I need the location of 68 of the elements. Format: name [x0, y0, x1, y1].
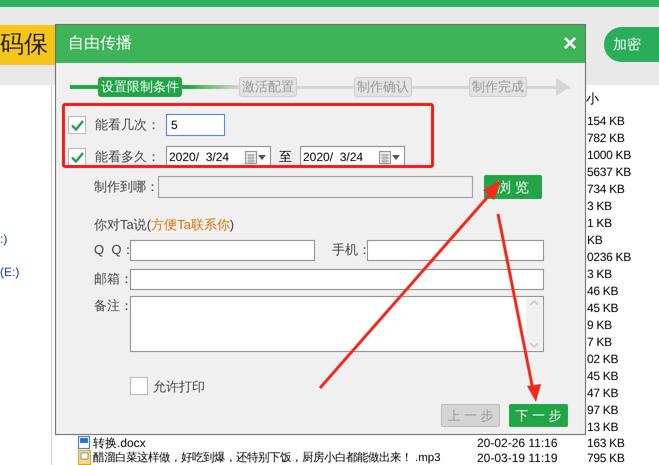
field-label: 制作到哪：	[94, 178, 158, 196]
next-step-button[interactable]: 下 一 步	[509, 404, 568, 427]
scroll-up-icon[interactable]	[530, 300, 538, 304]
file-size: 795 KB	[587, 450, 625, 464]
field-label: 手机：	[332, 241, 367, 260]
file-size: 1 KB	[587, 216, 612, 230]
column-header: 小	[586, 90, 599, 107]
file-name: 转换.docx	[93, 436, 146, 450]
step-tab[interactable]: 激活配置	[239, 77, 297, 97]
contact-hint: 你对Ta说(方便Ta联系你)	[94, 216, 236, 234]
file-date: 20-02-26 11:16	[477, 436, 558, 450]
note-textarea[interactable]	[130, 296, 544, 352]
scrollbar[interactable]	[526, 298, 542, 350]
file-size: 0236 KB	[587, 250, 631, 264]
close-button[interactable]: ×	[560, 32, 579, 56]
window-title: 自由传播	[68, 34, 132, 54]
file-size: 734 KB	[587, 182, 625, 196]
check-icon	[70, 152, 84, 162]
field-label: 能看几次：	[95, 116, 157, 134]
caret-icon	[392, 154, 400, 160]
range-separator: 至	[279, 148, 292, 166]
drive-label: :)	[0, 231, 8, 248]
file-size: 45 KB	[587, 300, 618, 314]
file-size: 154 KB	[587, 114, 625, 128]
file-icon	[78, 450, 91, 465]
calendar-icon	[379, 150, 391, 164]
qq-input[interactable]	[130, 240, 315, 260]
step-tab[interactable]: 设置限制条件	[98, 77, 182, 97]
field-label: 邮箱：	[94, 270, 130, 288]
checkbox[interactable]	[68, 148, 86, 166]
file-size: 782 KB	[587, 130, 625, 144]
file-size: 163 KB	[587, 436, 625, 450]
check-icon	[70, 120, 84, 130]
caret-icon	[258, 154, 266, 160]
checkbox[interactable]	[130, 377, 148, 396]
step-tab[interactable]: 制作完成	[469, 77, 527, 97]
file-date: 20-03-19 11:19	[477, 450, 558, 464]
logo-text: 码保	[0, 25, 55, 65]
path-input[interactable]	[158, 176, 473, 198]
document-icon	[78, 436, 90, 449]
file-size: 46 KB	[587, 284, 618, 298]
drive-label: (E:)	[0, 264, 20, 281]
file-size: 97 KB	[587, 402, 618, 416]
calendar-icon	[245, 150, 257, 164]
phone-input[interactable]	[367, 240, 544, 260]
file-extension: .mp3	[415, 450, 441, 464]
step-tab[interactable]: 制作确认	[354, 77, 412, 97]
file-size: 13 KB	[587, 420, 618, 434]
field-label: 能看多久：	[95, 148, 157, 166]
file-size: KB	[587, 232, 602, 246]
file-size: 7 KB	[587, 334, 612, 348]
file-size: 47 KB	[587, 386, 618, 400]
file-size: 3 KB	[587, 198, 612, 212]
file-name: 醋溜白菜这样做，好吃到爆，还特别下饭，厨房小白都能做出来！	[93, 450, 412, 464]
file-size: 45 KB	[587, 368, 618, 382]
file-size: 3 KB	[587, 266, 612, 280]
file-size: 9 KB	[587, 318, 612, 332]
file-size: 5637 KB	[587, 164, 631, 178]
count-input[interactable]: 5	[166, 114, 225, 136]
field-label: Q Q：	[94, 241, 130, 260]
file-size: 1000 KB	[587, 148, 631, 162]
file-size: 02 KB	[587, 352, 618, 366]
email-input[interactable]	[130, 268, 544, 290]
scroll-down-icon[interactable]	[530, 342, 538, 348]
checkbox[interactable]	[68, 116, 86, 134]
encrypt-button[interactable]: 加密	[604, 27, 659, 62]
field-label: 备注：	[94, 296, 130, 314]
checkbox-label: 允许打印	[153, 378, 205, 396]
